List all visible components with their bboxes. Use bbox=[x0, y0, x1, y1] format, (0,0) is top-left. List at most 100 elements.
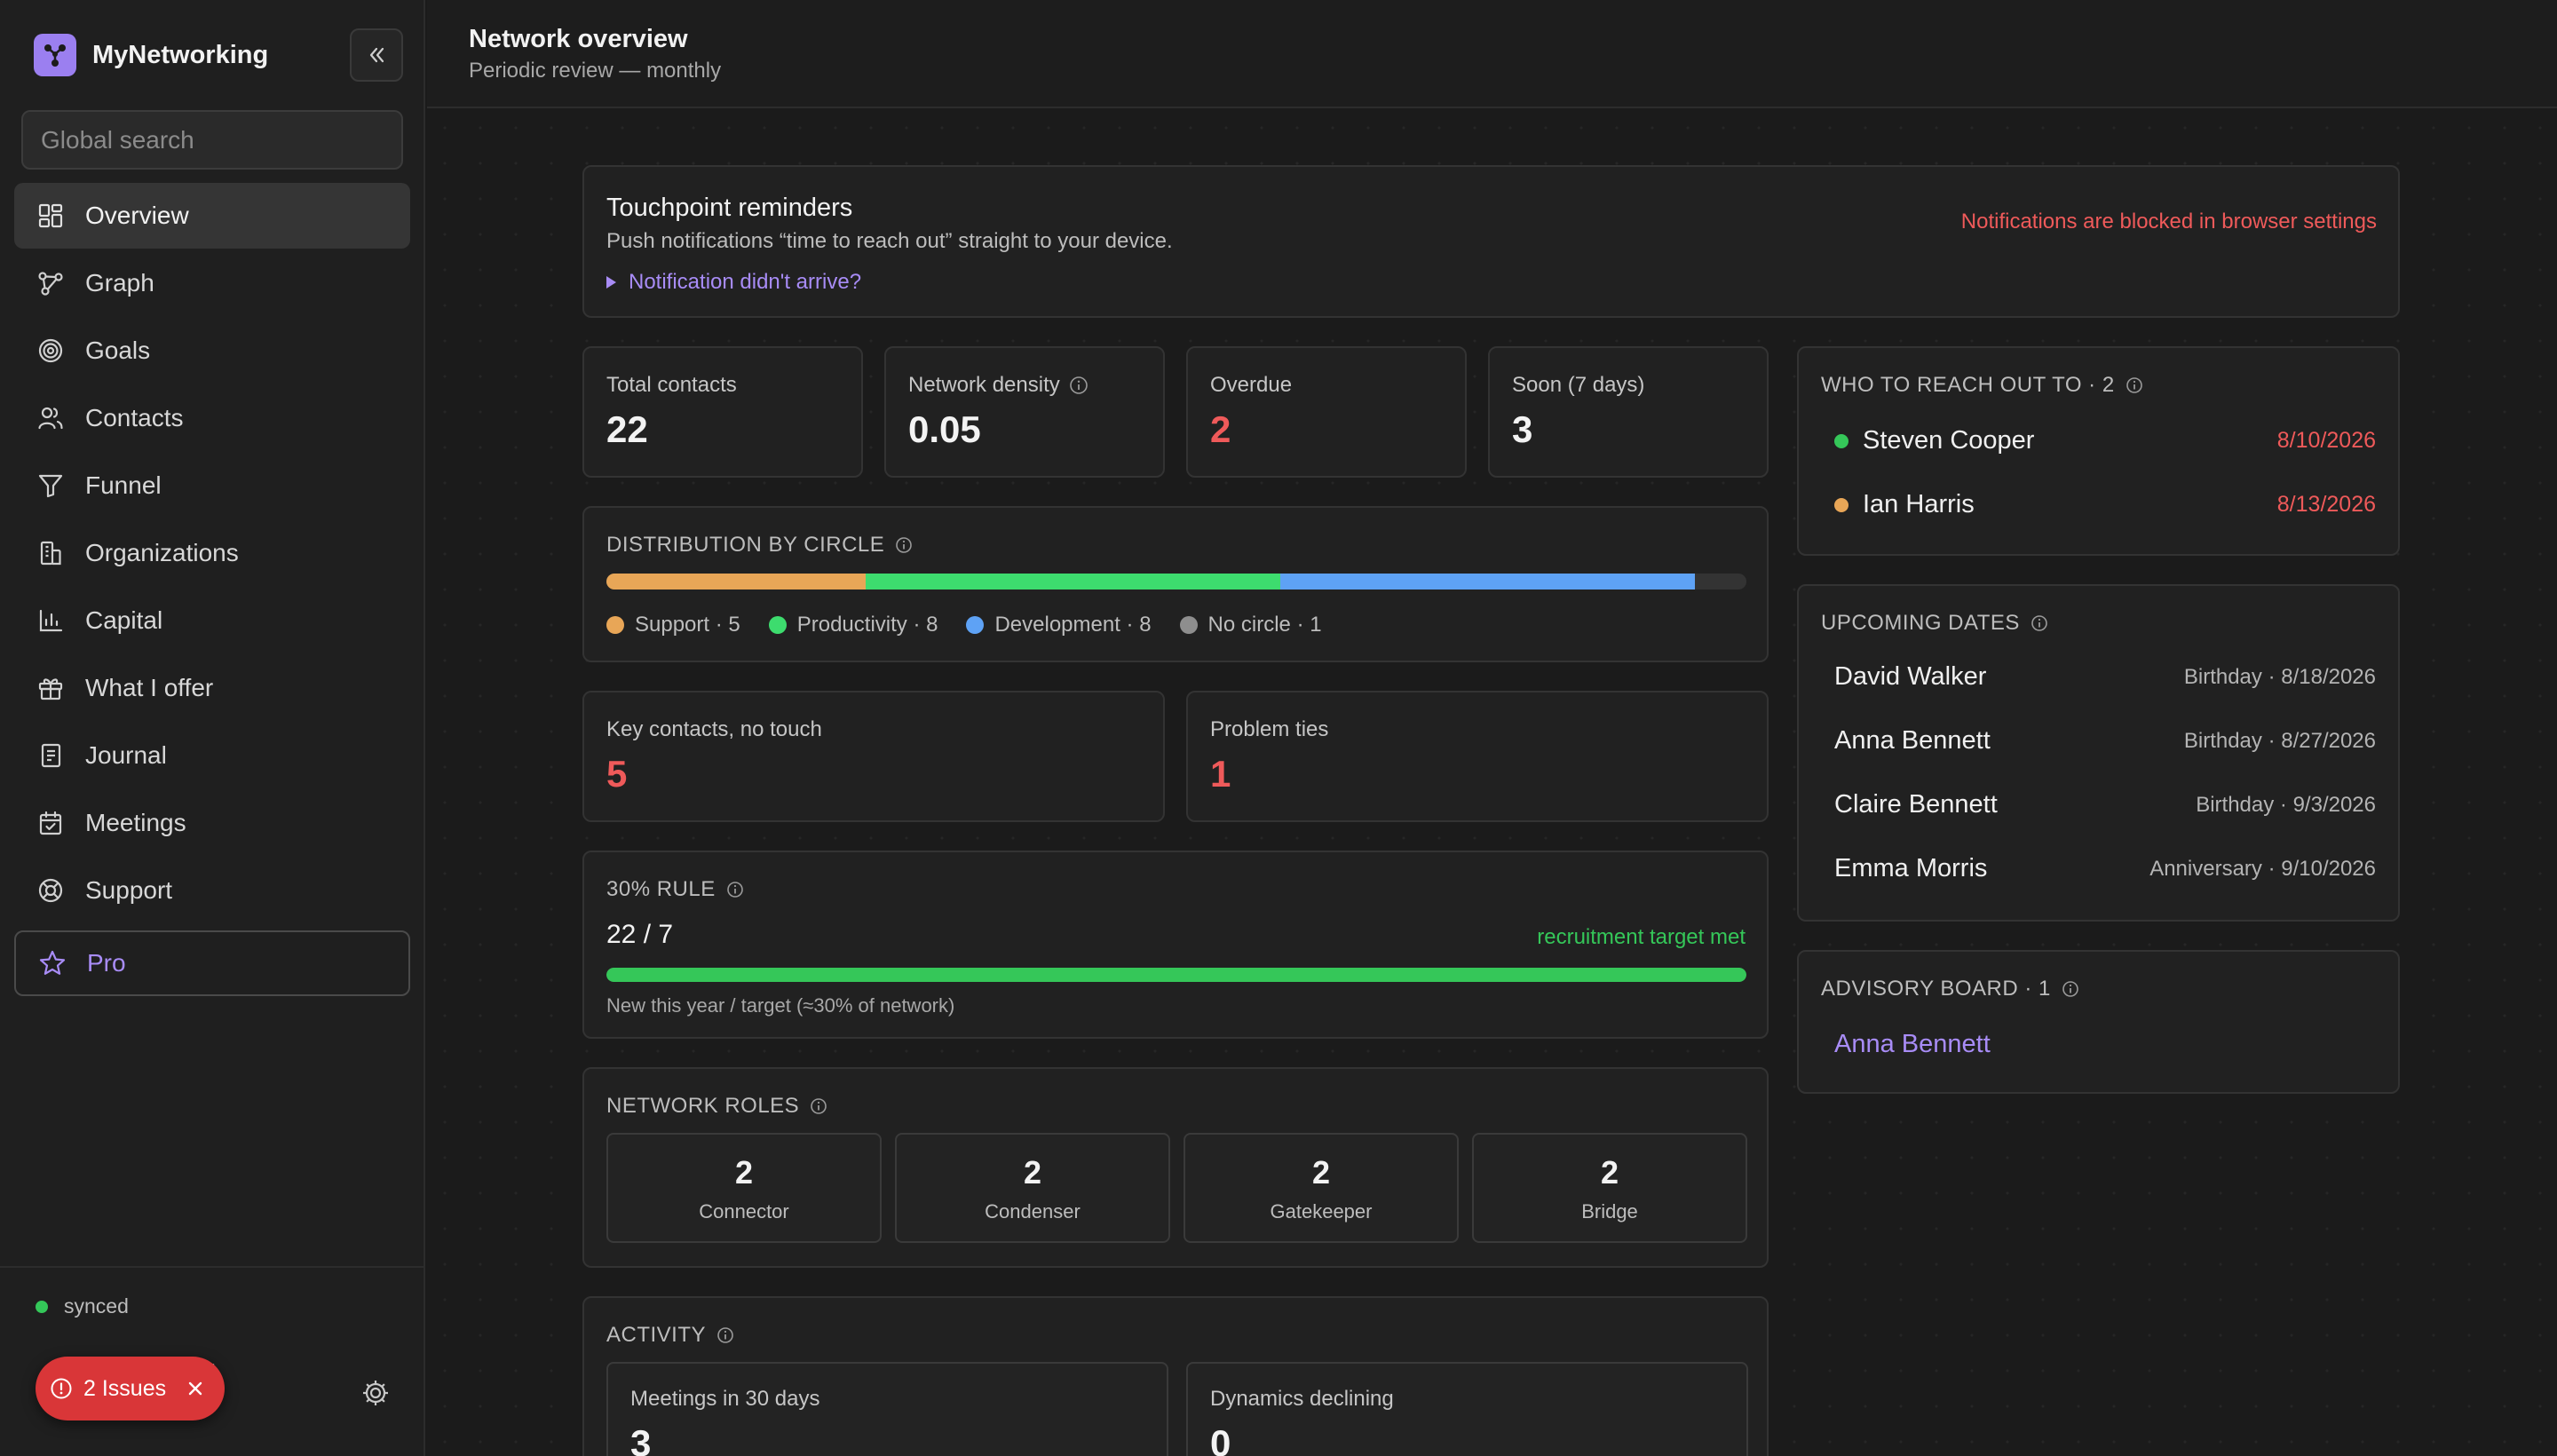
sidebar-item-goals[interactable]: Goals bbox=[14, 318, 410, 384]
info-icon[interactable] bbox=[2126, 376, 2143, 394]
key-contacts-card: Key contacts, no touch 5 bbox=[582, 691, 1165, 822]
upcoming-date-item[interactable]: Anna Bennett Birthday · 8/27/2026 bbox=[1834, 726, 2376, 756]
stat-value: 5 bbox=[606, 753, 628, 795]
role-count: 2 bbox=[734, 1154, 754, 1191]
settings-button[interactable] bbox=[355, 1373, 396, 1413]
notification-help-toggle[interactable]: Notification didn't arrive? bbox=[606, 270, 861, 295]
stat-value: 1 bbox=[1210, 753, 1231, 795]
problem-ties-card: Problem ties 1 bbox=[1186, 691, 1769, 822]
advisory-member-link[interactable]: Anna Bennett bbox=[1834, 1030, 1991, 1059]
main-content: Touchpoint reminders Push notifications … bbox=[427, 110, 2557, 1456]
info-icon[interactable] bbox=[726, 881, 744, 898]
lifebuoy-icon bbox=[36, 875, 66, 906]
stat-value: 0.05 bbox=[908, 408, 981, 450]
sidebar-item-pro[interactable]: Pro bbox=[14, 930, 410, 996]
legend-dot bbox=[966, 616, 985, 634]
sidebar-nav: Overview Graph Goals Contacts Funnel Org… bbox=[14, 183, 410, 925]
contact-name: Claire Bennett bbox=[1834, 790, 1998, 819]
role-gatekeeper[interactable]: 2 Gatekeeper bbox=[1184, 1133, 1459, 1243]
sidebar-item-label: Meetings bbox=[85, 809, 186, 836]
stat-label: Dynamics declining bbox=[1210, 1387, 1394, 1411]
contact-name: Ian Harris bbox=[1863, 490, 1975, 518]
legend-label: No circle · 1 bbox=[1207, 613, 1322, 637]
role-bridge[interactable]: 2 Bridge bbox=[1472, 1133, 1747, 1243]
touchpoint-reminders-card: Touchpoint reminders Push notifications … bbox=[582, 165, 2400, 318]
issues-badge[interactable]: 2 Issues bbox=[36, 1357, 225, 1420]
calendar-check-icon bbox=[36, 808, 66, 838]
rule-title: 30% RULE bbox=[606, 877, 716, 901]
reach-out-item[interactable]: Steven Cooper 8/10/2026 bbox=[1834, 426, 2376, 455]
roles-title-row: NETWORK ROLES bbox=[606, 1094, 827, 1119]
sync-status: synced bbox=[36, 1294, 129, 1318]
sidebar-item-journal[interactable]: Journal bbox=[14, 723, 410, 788]
upcoming-date-item[interactable]: Emma Morris Anniversary · 9/10/2026 bbox=[1834, 854, 2376, 883]
users-icon bbox=[36, 403, 66, 433]
stat-label: Key contacts, no touch bbox=[606, 717, 822, 741]
stat-total-contacts: Total contacts 22 bbox=[582, 346, 863, 478]
sidebar-item-support[interactable]: Support bbox=[14, 858, 410, 923]
stat-value: 2 bbox=[1210, 408, 1231, 450]
info-icon[interactable] bbox=[895, 536, 913, 554]
sidebar-item-label: Journal bbox=[85, 741, 167, 769]
roles-title: NETWORK ROLES bbox=[606, 1094, 800, 1118]
stat-label-row: Network density bbox=[908, 373, 1089, 398]
legend-dot bbox=[606, 616, 624, 634]
dynamics-declining-card: Dynamics declining 0 bbox=[1186, 1362, 1748, 1456]
sidebar-item-contacts[interactable]: Contacts bbox=[14, 385, 410, 451]
advisory-board-card: ADVISORY BOARD · 1 Anna Bennett bbox=[1797, 950, 2400, 1094]
legend-item: Support · 5 bbox=[606, 613, 740, 637]
contact-name: Steven Cooper bbox=[1863, 426, 2035, 455]
distribution-title-row: DISTRIBUTION BY CIRCLE bbox=[606, 533, 913, 558]
notifications-blocked-warning: Notifications are blocked in browser set… bbox=[1960, 210, 2377, 233]
sidebar-item-label: Support bbox=[85, 876, 173, 904]
legend-item: Development · 8 bbox=[966, 613, 1152, 637]
legend-item: Productivity · 8 bbox=[768, 613, 938, 637]
notebook-icon bbox=[36, 740, 66, 771]
distribution-card: DISTRIBUTION BY CIRCLE Support · 5 Produc… bbox=[582, 506, 1769, 662]
status-dot bbox=[1834, 433, 1848, 448]
stat-label: Soon (7 days) bbox=[1512, 373, 1645, 397]
role-connector[interactable]: 2 Connector bbox=[606, 1133, 882, 1243]
sidebar-item-meetings[interactable]: Meetings bbox=[14, 790, 410, 856]
chevrons-left-icon bbox=[369, 47, 384, 63]
upcoming-date-item[interactable]: David Walker Birthday · 8/18/2026 bbox=[1834, 662, 2376, 692]
sidebar-item-organizations[interactable]: Organizations bbox=[14, 520, 410, 586]
sidebar-item-capital[interactable]: Capital bbox=[14, 588, 410, 653]
info-icon[interactable] bbox=[2031, 614, 2048, 632]
upcoming-date-item[interactable]: Claire Bennett Birthday · 9/3/2026 bbox=[1834, 790, 2376, 819]
brand[interactable]: MyNetworking bbox=[34, 34, 268, 76]
info-icon[interactable] bbox=[716, 1326, 734, 1344]
sidebar-item-funnel[interactable]: Funnel bbox=[14, 453, 410, 518]
reach-out-title-row: WHO TO REACH OUT TO · 2 bbox=[1821, 373, 2143, 398]
distribution-bar bbox=[606, 574, 1746, 590]
distribution-segment-development bbox=[1279, 574, 1695, 590]
collapse-sidebar-button[interactable] bbox=[350, 28, 403, 82]
info-icon[interactable] bbox=[810, 1097, 827, 1115]
sync-status-text: synced bbox=[64, 1294, 129, 1318]
rule-card: 30% RULE 22 / 7 recruitment target met N… bbox=[582, 851, 1769, 1039]
gear-icon bbox=[363, 1381, 388, 1405]
sidebar-item-graph[interactable]: Graph bbox=[14, 250, 410, 316]
sidebar-item-what-i-offer[interactable]: What I offer bbox=[14, 655, 410, 721]
stat-label: Overdue bbox=[1210, 373, 1293, 397]
contact-due-date: 8/13/2026 bbox=[2276, 492, 2376, 517]
info-icon[interactable] bbox=[2062, 980, 2079, 998]
info-icon[interactable] bbox=[1069, 376, 1089, 395]
legend-label: Development · 8 bbox=[994, 613, 1152, 637]
reach-out-item[interactable]: Ian Harris 8/13/2026 bbox=[1834, 490, 2376, 519]
sidebar-item-overview[interactable]: Overview bbox=[14, 183, 410, 249]
touchpoint-description: Push notifications “time to reach out” s… bbox=[606, 229, 1173, 253]
role-name: Connector bbox=[699, 1200, 789, 1223]
network-roles-card: NETWORK ROLES 2 Connector 2 Condenser 2 … bbox=[582, 1067, 1769, 1268]
role-count: 2 bbox=[1311, 1154, 1331, 1191]
app-name: MyNetworking bbox=[92, 40, 269, 69]
role-condenser[interactable]: 2 Condenser bbox=[895, 1133, 1170, 1243]
legend-dot bbox=[768, 616, 787, 634]
rule-progress-fill bbox=[606, 968, 1746, 982]
pro-label: Pro bbox=[87, 949, 126, 977]
close-icon[interactable] bbox=[184, 1377, 207, 1400]
global-search-input[interactable] bbox=[21, 110, 403, 170]
sidebar-item-label: Organizations bbox=[85, 539, 239, 566]
advisory-title-row: ADVISORY BOARD · 1 bbox=[1821, 977, 2079, 1001]
stat-label: Meetings in 30 days bbox=[630, 1387, 820, 1411]
